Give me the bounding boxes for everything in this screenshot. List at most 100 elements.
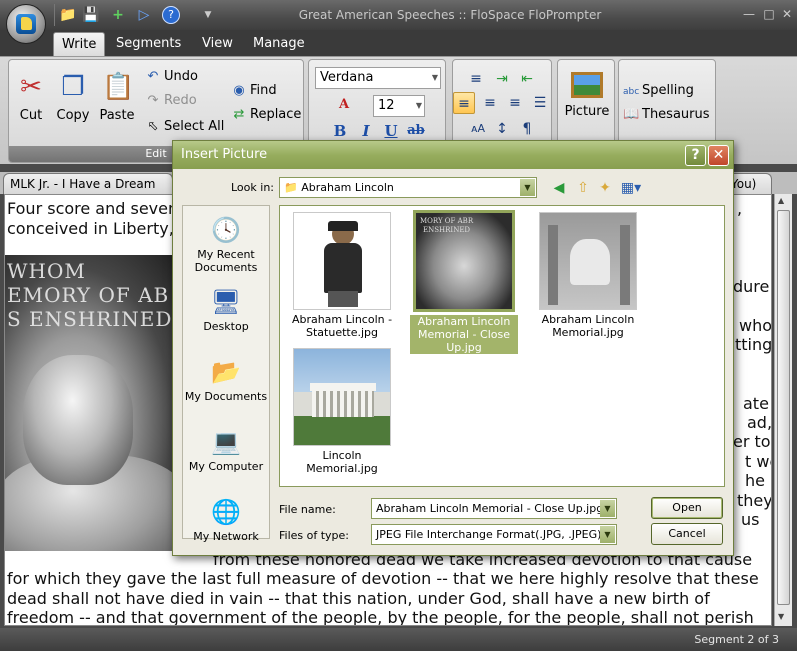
cut-button[interactable]: ✂ Cut — [9, 68, 53, 123]
statue-head — [23, 355, 133, 485]
underline-icon[interactable]: U — [380, 120, 402, 142]
file-thumbnail — [293, 348, 391, 446]
place-label: My Computer — [188, 460, 264, 473]
place-my-network[interactable]: 🌐 My Network — [183, 496, 269, 543]
find-button[interactable]: ◉ Find — [231, 80, 276, 102]
copy-button[interactable]: ❐ Copy — [51, 68, 95, 123]
dialog-help-icon[interactable]: ? — [685, 145, 706, 166]
replace-icon: ⇄ — [233, 107, 245, 122]
dialog-title: Insert Picture — [181, 147, 268, 162]
help-icon[interactable]: ? — [162, 6, 180, 24]
bullets-icon[interactable]: ≡ — [465, 68, 487, 90]
app-menu-button[interactable] — [6, 4, 46, 44]
justify-icon[interactable]: ☰ — [529, 92, 551, 114]
recent-documents-icon: 🕓 — [211, 216, 241, 244]
doc-line: for which they gave the last full measur… — [7, 569, 759, 588]
document-tab-mlk[interactable]: MLK Jr. - I Have a Dream — [3, 173, 173, 194]
back-icon[interactable]: ◀ — [549, 178, 569, 198]
font-size-select[interactable]: 12 ▼ — [373, 95, 425, 117]
place-my-computer[interactable]: 💻 My Computer — [183, 426, 269, 473]
play-icon[interactable]: ▷ — [134, 5, 154, 25]
up-folder-icon[interactable]: ⇧ — [573, 178, 593, 198]
tab-segments[interactable]: Segments — [108, 32, 189, 56]
cut-label: Cut — [19, 108, 43, 123]
tab-manage[interactable]: Manage — [245, 32, 313, 56]
my-documents-icon: 📂 — [211, 358, 241, 386]
strikethrough-icon[interactable]: ab — [405, 120, 427, 142]
doc-fragment: t we — [745, 452, 771, 471]
place-label: Desktop — [203, 320, 249, 333]
doc-fragment: ad, — [747, 413, 772, 432]
tab-view[interactable]: View — [194, 32, 241, 56]
place-label: My Documents — [184, 390, 268, 403]
vertical-scrollbar[interactable]: ▲ ▼ — [774, 194, 792, 626]
ribbon-tabs: Write Segments View Manage — [0, 30, 797, 56]
file-type-select[interactable]: JPEG File Interchange Format(.JPG, .JPEG… — [371, 524, 617, 545]
cancel-button[interactable]: Cancel — [651, 523, 723, 545]
scroll-up-icon[interactable]: ▲ — [778, 196, 784, 205]
save-icon[interactable]: 💾 — [81, 5, 101, 25]
place-recent-documents[interactable]: 🕓 My Recent Documents — [183, 214, 269, 274]
qat-separator — [54, 4, 55, 26]
place-my-documents[interactable]: 📂 My Documents — [183, 356, 269, 403]
select-all-button[interactable]: ⬁ Select All — [145, 116, 225, 138]
outdent-icon[interactable]: ⇤ — [516, 68, 538, 90]
spelling-label: Spelling — [642, 83, 694, 98]
picture-label: Picture — [564, 104, 610, 119]
dialog-close-icon[interactable]: ✕ — [708, 145, 729, 166]
scroll-thumb[interactable] — [777, 210, 790, 605]
redo-button[interactable]: ↷ Redo — [145, 90, 197, 112]
bold-icon[interactable]: B — [329, 120, 351, 142]
window-title: Great American Speeches :: FloSpace FloP… — [298, 8, 602, 22]
file-name: Abraham Lincoln Memorial.jpg — [541, 313, 635, 339]
binoculars-icon: ◉ — [233, 83, 245, 98]
thesaurus-button[interactable]: 📖 Thesaurus — [623, 104, 710, 126]
align-right-icon[interactable]: ≡ — [504, 92, 526, 114]
book-icon: 📖 — [623, 107, 640, 122]
align-center-icon[interactable]: ≡ — [479, 92, 501, 114]
select-all-label: Select All — [164, 119, 225, 134]
look-in-select[interactable]: 📁 Abraham Lincoln ▼ — [279, 177, 537, 198]
places-bar: 🕓 My Recent Documents 🖥 Desktop 📂 My Doc… — [182, 205, 270, 543]
minimize-icon[interactable]: — — [740, 6, 758, 22]
replace-button[interactable]: ⇄ Replace — [231, 104, 302, 126]
app-logo-icon — [16, 14, 36, 34]
italic-icon[interactable]: I — [355, 120, 377, 142]
views-menu-icon[interactable]: ▦▾ — [619, 178, 643, 198]
font-name-value: Verdana — [320, 70, 374, 85]
paste-label: Paste — [99, 108, 135, 123]
file-name-input[interactable]: Abraham Lincoln Memorial - Close Up.jpg … — [371, 498, 617, 519]
scroll-down-icon[interactable]: ▼ — [778, 612, 784, 621]
new-folder-icon[interactable]: ✦ — [595, 178, 615, 198]
file-thumbnail: MORY OF ABR ENSHRINED — [413, 210, 515, 312]
spelling-button[interactable]: abc Spelling — [623, 80, 694, 102]
paragraph-mark-icon[interactable]: ¶ — [516, 118, 538, 140]
file-item[interactable]: Abraham Lincoln - Statuette.jpg — [288, 212, 396, 339]
paste-button[interactable]: 📋 Paste — [95, 68, 139, 123]
file-thumbnail — [293, 212, 391, 310]
file-item[interactable]: Lincoln Memorial.jpg — [288, 348, 396, 475]
file-item-selected[interactable]: MORY OF ABR ENSHRINED Abraham Lincoln Mem… — [410, 210, 518, 354]
redo-icon: ↷ — [147, 93, 159, 108]
align-left-icon[interactable]: ≡ — [453, 92, 475, 114]
doc-line: conceived in Liberty, — [7, 219, 174, 238]
status-bar: Segment 2 of 3 — [0, 628, 797, 651]
font-color-icon[interactable]: A — [333, 94, 355, 116]
file-item[interactable]: Abraham Lincoln Memorial.jpg — [534, 212, 642, 339]
open-button[interactable]: Open — [651, 497, 723, 519]
open-folder-icon[interactable]: 📁 — [58, 5, 78, 25]
my-computer-icon: 💻 — [211, 428, 241, 456]
text-size-icon[interactable]: ᴀA — [467, 118, 489, 140]
add-icon[interactable]: + — [108, 5, 128, 25]
font-name-select[interactable]: Verdana ▼ — [315, 67, 441, 89]
close-icon[interactable]: ✕ — [778, 6, 796, 22]
doc-fragment: they — [737, 491, 772, 510]
place-desktop[interactable]: 🖥 Desktop — [183, 286, 269, 333]
line-spacing-icon[interactable]: ↕ — [491, 118, 513, 140]
indent-icon[interactable]: ⇥ — [491, 68, 513, 90]
qat-customize-icon[interactable]: ▼ — [198, 5, 218, 25]
picture-button[interactable]: Picture — [564, 68, 610, 119]
tab-write[interactable]: Write — [53, 32, 106, 56]
undo-button[interactable]: ↶ Undo — [145, 66, 198, 88]
maximize-icon[interactable]: □ — [760, 6, 778, 22]
